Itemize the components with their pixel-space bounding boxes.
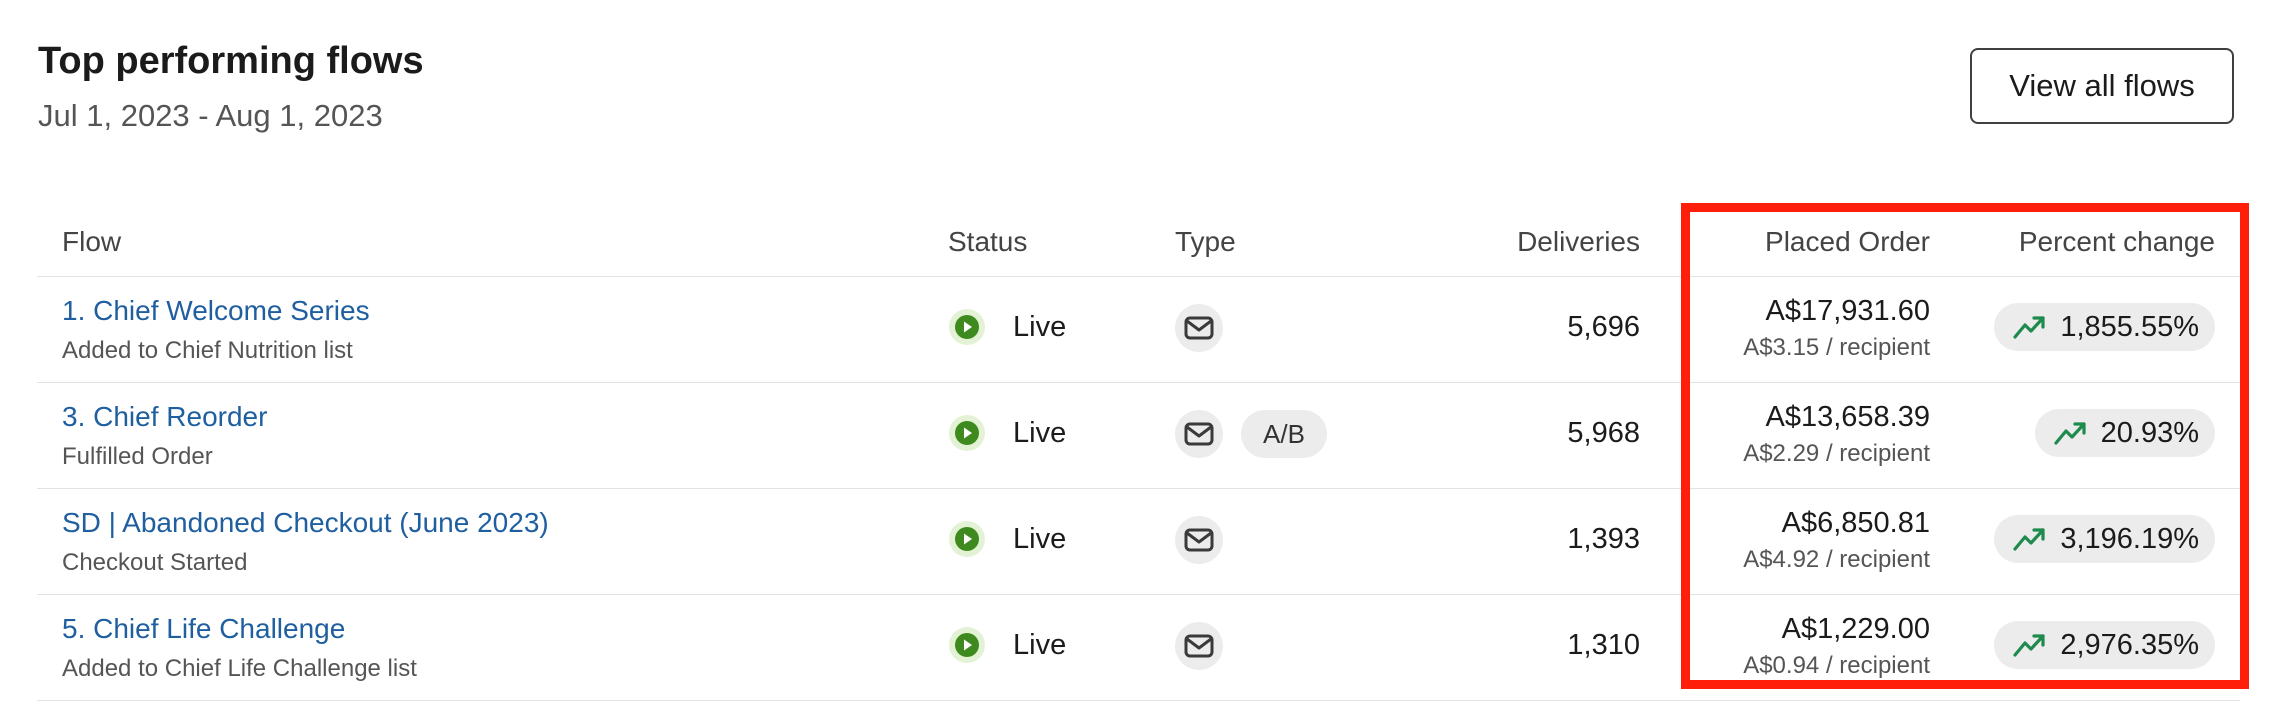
deliveries-value: 5,696: [1567, 311, 1640, 343]
table-header: Flow Status Type Deliveries Placed Order…: [37, 210, 2240, 277]
live-status-icon: [949, 309, 985, 345]
status-cell: Live: [949, 627, 1066, 663]
flow-name-link[interactable]: 1. Chief Welcome Series: [62, 295, 370, 327]
placed-order-amount: A$13,658.39: [1765, 401, 1930, 433]
percent-change-value: 2,976.35%: [2060, 628, 2199, 661]
flow-trigger: Fulfilled Order: [62, 443, 213, 470]
per-recipient-value: A$3.15 / recipient: [1743, 334, 1930, 361]
deliveries-value: 1,310: [1567, 629, 1640, 661]
placed-order-amount: A$1,229.00: [1781, 613, 1930, 645]
table-body: 1. Chief Welcome Series Added to Chief N…: [37, 277, 2240, 701]
percent-change-badge: 1,855.55%: [1994, 303, 2215, 351]
flow-name-link[interactable]: SD | Abandoned Checkout (June 2023): [62, 507, 549, 539]
column-header-percent-change[interactable]: Percent change: [2019, 226, 2215, 258]
percent-change-value: 3,196.19%: [2060, 522, 2199, 555]
live-status-icon: [949, 415, 985, 451]
mail-icon: [1175, 622, 1223, 670]
column-header-placed-order[interactable]: Placed Order: [1765, 226, 1930, 258]
flow-trigger: Added to Chief Life Challenge list: [62, 655, 417, 682]
flow-name-link[interactable]: 3. Chief Reorder: [62, 401, 267, 433]
type-cell: [1175, 304, 1223, 352]
column-header-flow[interactable]: Flow: [62, 226, 121, 258]
status-text: Live: [1013, 310, 1067, 343]
live-status-icon: [949, 627, 985, 663]
placed-order-cell: A$13,658.39 A$2.29 / recipient: [1743, 401, 1930, 468]
status-text: Live: [1013, 628, 1067, 661]
percent-change-badge: 2,976.35%: [1994, 621, 2215, 669]
deliveries-value: 5,968: [1567, 417, 1640, 449]
type-cell: A/B: [1175, 410, 1327, 458]
percent-change-badge: 3,196.19%: [1994, 515, 2215, 563]
flows-table: Flow Status Type Deliveries Placed Order…: [37, 210, 2240, 701]
placed-order-cell: A$1,229.00 A$0.94 / recipient: [1743, 613, 1930, 680]
per-recipient-value: A$0.94 / recipient: [1743, 652, 1930, 679]
flow-trigger: Checkout Started: [62, 549, 248, 576]
percent-change-badge: 20.93%: [2034, 409, 2215, 457]
type-cell: [1175, 516, 1223, 564]
placed-order-amount: A$17,931.60: [1765, 295, 1930, 327]
flow-trigger: Added to Chief Nutrition list: [62, 337, 353, 364]
view-all-flows-button[interactable]: View all flows: [1970, 48, 2234, 124]
status-cell: Live: [949, 309, 1066, 345]
page-title: Top performing flows: [38, 40, 424, 82]
percent-change-value: 1,855.55%: [2060, 310, 2199, 343]
per-recipient-value: A$4.92 / recipient: [1743, 546, 1930, 573]
date-range: Jul 1, 2023 - Aug 1, 2023: [38, 98, 383, 133]
placed-order-cell: A$6,850.81 A$4.92 / recipient: [1743, 507, 1930, 574]
status-text: Live: [1013, 522, 1067, 555]
trend-up-icon: [2012, 525, 2048, 553]
mail-icon: [1175, 304, 1223, 352]
status-cell: Live: [949, 521, 1066, 557]
placed-order-amount: A$6,850.81: [1781, 507, 1930, 539]
mail-icon: [1175, 516, 1223, 564]
live-status-icon: [949, 521, 985, 557]
trend-up-icon: [2053, 419, 2089, 447]
status-cell: Live: [949, 415, 1066, 451]
table-row: 1. Chief Welcome Series Added to Chief N…: [37, 277, 2240, 383]
type-cell: [1175, 622, 1223, 670]
placed-order-cell: A$17,931.60 A$3.15 / recipient: [1743, 295, 1930, 362]
flow-name-link[interactable]: 5. Chief Life Challenge: [62, 613, 345, 645]
table-row: 3. Chief Reorder Fulfilled Order Live A/…: [37, 383, 2240, 489]
mail-icon: [1175, 410, 1223, 458]
table-row: 5. Chief Life Challenge Added to Chief L…: [37, 595, 2240, 701]
table-row: SD | Abandoned Checkout (June 2023) Chec…: [37, 489, 2240, 595]
percent-change-value: 20.93%: [2100, 416, 2199, 449]
deliveries-value: 1,393: [1567, 523, 1640, 555]
column-header-deliveries[interactable]: Deliveries: [1517, 226, 1640, 258]
per-recipient-value: A$2.29 / recipient: [1743, 440, 1930, 467]
ab-test-badge: A/B: [1241, 410, 1327, 458]
column-header-status[interactable]: Status: [948, 226, 1027, 258]
column-header-type[interactable]: Type: [1175, 226, 1236, 258]
trend-up-icon: [2012, 313, 2048, 341]
status-text: Live: [1013, 416, 1067, 449]
trend-up-icon: [2012, 631, 2048, 659]
